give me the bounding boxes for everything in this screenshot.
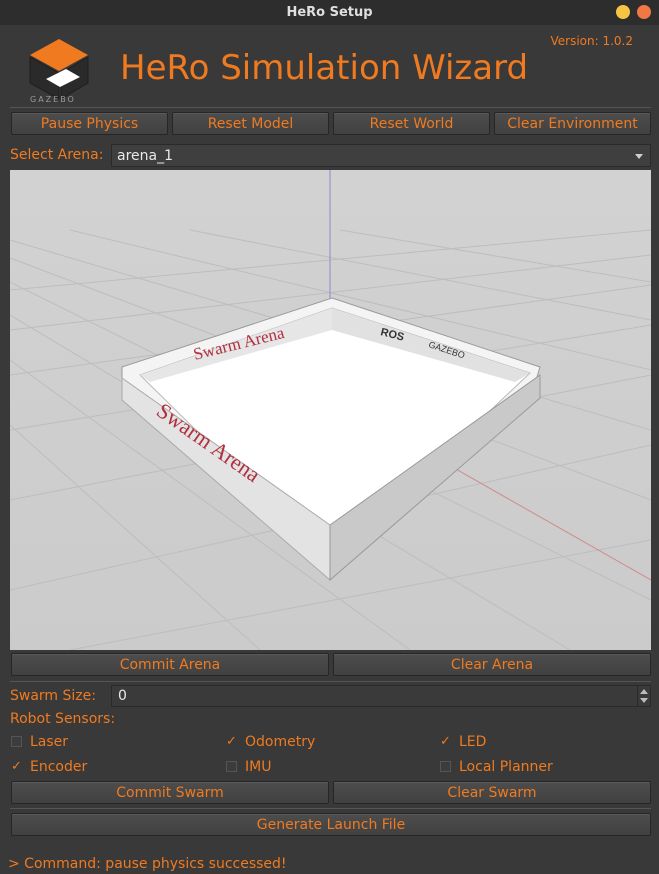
reset-world-button[interactable]: Reset World (333, 112, 490, 135)
sensor-checkbox-local-planner[interactable]: Local Planner (440, 758, 553, 776)
sensor-checkbox-odometry[interactable]: ✓ Odometry (226, 733, 315, 751)
clear-arena-button[interactable]: Clear Arena (333, 653, 651, 676)
sensor-checkbox-encoder[interactable]: ✓ Encoder (11, 758, 87, 776)
logo-caption: GAZEBO (30, 95, 76, 104)
clear-environment-button[interactable]: Clear Environment (494, 112, 651, 135)
chevron-down-icon (635, 154, 643, 159)
spinbox-arrows[interactable] (637, 686, 650, 706)
sensor-checkbox-laser[interactable]: Laser (11, 733, 68, 751)
sensor-label: Encoder (30, 759, 88, 775)
chevron-down-icon[interactable] (640, 698, 648, 703)
version-label: Version: 1.0.2 (550, 34, 633, 48)
sensor-label: LED (459, 734, 487, 750)
chevron-up-icon[interactable] (640, 689, 648, 694)
arena-divider (10, 681, 651, 682)
reset-model-button[interactable]: Reset Model (172, 112, 329, 135)
status-message: > Command: pause physics successed! (8, 856, 287, 872)
swarm-size-label: Swarm Size: (10, 688, 96, 704)
sensor-label: Laser (30, 734, 69, 750)
app-title: HeRo Simulation Wizard (120, 48, 529, 88)
simulation-viewport[interactable]: Swarm Arena Swarm Arena ROS GAZEBO (10, 170, 651, 650)
checkbox-box[interactable] (11, 736, 22, 747)
swarm-size-spinbox[interactable]: 0 (111, 685, 651, 707)
swarm-size-value: 0 (118, 688, 127, 704)
robot-sensors-label: Robot Sensors: (10, 711, 116, 727)
sensor-checkbox-led[interactable]: ✓ LED (440, 733, 486, 751)
sensor-checkbox-imu[interactable]: IMU (226, 758, 271, 776)
sensor-label: Local Planner (459, 759, 553, 775)
sensor-label: IMU (245, 759, 272, 775)
window-titlebar: HeRo Setup (0, 0, 659, 25)
pause-physics-button[interactable]: Pause Physics (11, 112, 168, 135)
sensor-label: Odometry (245, 734, 316, 750)
checkbox-box[interactable] (440, 761, 451, 772)
window-title: HeRo Setup (286, 5, 373, 20)
arena-select[interactable]: arena_1 (111, 144, 651, 167)
checkmark-icon[interactable]: ✓ (440, 733, 451, 751)
commit-arena-button[interactable]: Commit Arena (11, 653, 329, 676)
checkmark-icon[interactable]: ✓ (226, 733, 237, 751)
generate-launch-file-button[interactable]: Generate Launch File (11, 813, 651, 836)
arena-selected-value: arena_1 (117, 148, 173, 164)
clear-swarm-button[interactable]: Clear Swarm (333, 781, 651, 804)
close-button[interactable] (637, 5, 651, 19)
checkmark-icon[interactable]: ✓ (11, 758, 22, 776)
arena-scene: Swarm Arena Swarm Arena ROS GAZEBO (10, 170, 651, 650)
swarm-divider (10, 808, 651, 809)
commit-swarm-button[interactable]: Commit Swarm (11, 781, 329, 804)
checkbox-box[interactable] (226, 761, 237, 772)
select-arena-label: Select Arena: (10, 147, 104, 163)
minimize-button[interactable] (616, 5, 630, 19)
header-divider (10, 107, 651, 108)
